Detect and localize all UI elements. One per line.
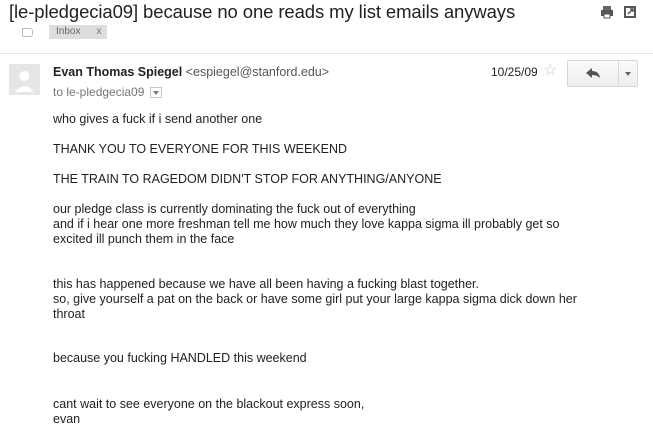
star-icon[interactable]: ☆ <box>543 63 557 79</box>
chevron-down-icon <box>625 71 631 76</box>
body-line: our pledge class is currently dominating… <box>53 202 416 216</box>
person-icon <box>9 64 40 95</box>
inbox-label-text: Inbox <box>56 26 81 37</box>
details-dropdown-icon[interactable] <box>150 86 163 98</box>
body-line: throat <box>53 307 85 321</box>
body-line: who gives a fuck if i send another one <box>53 112 263 126</box>
sender-line: Evan Thomas Spiegel <espiegel@stanford.e… <box>53 65 329 79</box>
recipient-text: to le-pledgecia09 <box>53 85 145 99</box>
inbox-label-chip[interactable]: Inbox x <box>49 25 108 39</box>
more-actions-button[interactable] <box>619 61 637 86</box>
body-line: and if i hear one more freshman tell me … <box>53 217 560 231</box>
sender-avatar[interactable] <box>9 64 40 95</box>
body-line: because you fucking HANDLED this weekend <box>53 351 307 365</box>
body-line: cant wait to see everyone on the blackou… <box>53 397 365 411</box>
message-date: 10/25/09 <box>491 65 538 79</box>
reply-button[interactable] <box>568 61 619 86</box>
label-row: Inbox x <box>22 25 108 39</box>
body-line: this has happened because we have all be… <box>53 277 480 291</box>
body-line: evan <box>53 412 81 426</box>
recipient-line: to le-pledgecia09 <box>53 85 163 99</box>
label-icon[interactable] <box>22 27 33 37</box>
sender-name[interactable]: Evan Thomas Spiegel <box>53 65 182 79</box>
top-actions <box>600 5 637 19</box>
print-icon[interactable] <box>600 5 614 19</box>
body-line: THE TRAIN TO RAGEDOM DIDN'T STOP FOR ANY… <box>53 172 442 186</box>
sender-email: <espiegel@stanford.edu> <box>185 65 330 79</box>
remove-label-button[interactable]: x <box>96 25 101 39</box>
reply-button-group <box>567 60 638 87</box>
reply-arrow-icon <box>585 68 600 78</box>
body-line: so, give yourself a pat on the back or h… <box>53 292 577 306</box>
body-line: excited ill punch them in the face <box>53 232 235 246</box>
body-line: THANK YOU TO EVERYONE FOR THIS WEEKEND <box>53 142 348 156</box>
header-divider <box>0 53 653 54</box>
new-window-icon[interactable] <box>623 5 637 19</box>
email-subject: [le-pledgecia09] because no one reads my… <box>9 1 516 22</box>
